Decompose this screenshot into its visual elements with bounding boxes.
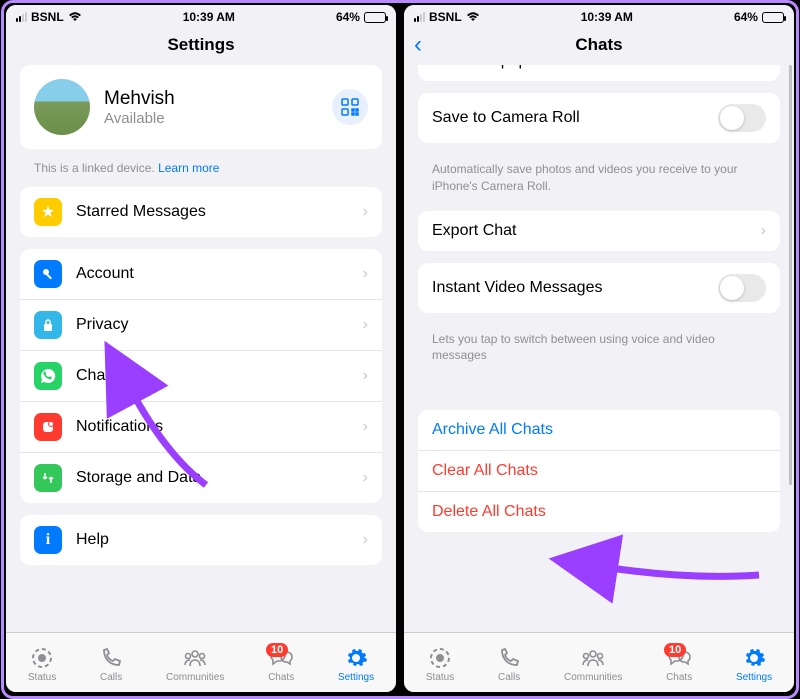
status-icon — [428, 646, 452, 670]
delete-all-chats-row[interactable]: Delete All Chats — [418, 492, 780, 532]
scrollbar[interactable] — [789, 65, 792, 485]
profile-name: Mehvish — [104, 88, 332, 110]
instant-video-messages-row[interactable]: Instant Video Messages — [418, 263, 780, 313]
tab-status[interactable]: Status — [28, 646, 56, 683]
archive-all-chats-row[interactable]: Archive All Chats — [418, 410, 780, 451]
status-icon — [30, 646, 54, 670]
signal-icon — [16, 12, 27, 22]
notifications-icon — [34, 413, 62, 441]
chats-badge: 10 — [664, 643, 686, 657]
key-icon — [34, 260, 62, 288]
help-row[interactable]: i Help › — [20, 515, 382, 565]
storage-icon — [34, 464, 62, 492]
communities-icon — [182, 646, 208, 670]
linked-device-note: This is a linked device. Learn more — [20, 161, 382, 187]
tab-chats[interactable]: Chats 10 — [666, 646, 692, 683]
calls-icon — [498, 646, 520, 670]
tab-calls[interactable]: Calls — [498, 646, 520, 683]
chevron-right-icon: › — [363, 531, 368, 549]
notifications-row[interactable]: Notifications › — [20, 402, 382, 453]
lock-icon — [34, 311, 62, 339]
tab-status[interactable]: Status — [426, 646, 454, 683]
instant-video-note: Lets you tap to switch between using voi… — [418, 325, 780, 381]
signal-icon — [414, 12, 425, 22]
battery-percent: 64% — [336, 10, 360, 24]
starred-messages-row[interactable]: ★ Starred Messages › — [20, 187, 382, 237]
star-icon: ★ — [34, 198, 62, 226]
wifi-icon — [68, 10, 82, 25]
chat-wallpaper-row[interactable]: Chat Wallpaper › — [418, 65, 780, 81]
carrier-label: BSNL — [31, 10, 64, 24]
back-button[interactable]: ‹ — [414, 31, 422, 59]
privacy-row[interactable]: Privacy › — [20, 300, 382, 351]
page-title: Settings — [167, 35, 234, 55]
profile-card[interactable]: Mehvish Available — [20, 65, 382, 149]
wifi-icon — [466, 10, 480, 25]
chats-row[interactable]: Chats › — [20, 351, 382, 402]
chevron-right-icon: › — [363, 418, 368, 436]
tab-settings[interactable]: Settings — [338, 646, 374, 683]
save-camera-roll-note: Automatically save photos and videos you… — [418, 155, 780, 211]
save-camera-roll-toggle[interactable] — [718, 104, 766, 132]
tab-communities[interactable]: Communities — [166, 646, 224, 683]
settings-screen: BSNL 10:39 AM 64% Settings Mehvish Avail… — [6, 5, 396, 692]
profile-status: Available — [104, 110, 332, 127]
chevron-right-icon: › — [363, 316, 368, 334]
save-camera-roll-row[interactable]: Save to Camera Roll — [418, 93, 780, 143]
tab-bar: Status Calls Communities Chats 10 Settin… — [6, 632, 396, 692]
chevron-right-icon: › — [363, 367, 368, 385]
battery-icon — [364, 12, 386, 23]
battery-icon — [762, 12, 784, 23]
chats-badge: 10 — [266, 643, 288, 657]
chats-settings-screen: BSNL 10:39 AM 64% ‹ Chats Chat Wallpaper… — [404, 5, 794, 692]
chevron-right-icon: › — [761, 65, 766, 70]
chevron-right-icon: › — [363, 265, 368, 283]
status-bar: BSNL 10:39 AM 64% — [6, 5, 396, 25]
status-bar: BSNL 10:39 AM 64% — [404, 5, 794, 25]
qr-code-button[interactable] — [332, 89, 368, 125]
account-row[interactable]: Account › — [20, 249, 382, 300]
communities-icon — [580, 646, 606, 670]
tab-calls[interactable]: Calls — [100, 646, 122, 683]
battery-percent: 64% — [734, 10, 758, 24]
learn-more-link[interactable]: Learn more — [158, 161, 219, 175]
chevron-right-icon: › — [363, 203, 368, 221]
clock: 10:39 AM — [183, 10, 235, 24]
nav-bar: Settings — [6, 25, 396, 65]
gear-icon — [742, 646, 766, 670]
avatar — [34, 79, 90, 135]
whatsapp-icon — [34, 362, 62, 390]
tab-communities[interactable]: Communities — [564, 646, 622, 683]
info-icon: i — [34, 526, 62, 554]
tab-chats[interactable]: Chats 10 — [268, 646, 294, 683]
chevron-right-icon: › — [761, 222, 766, 240]
storage-row[interactable]: Storage and Data › — [20, 453, 382, 503]
clear-all-chats-row[interactable]: Clear All Chats — [418, 451, 780, 492]
clock: 10:39 AM — [581, 10, 633, 24]
carrier-label: BSNL — [429, 10, 462, 24]
nav-bar: ‹ Chats — [404, 25, 794, 65]
tab-bar: Status Calls Communities Chats 10 Settin… — [404, 632, 794, 692]
calls-icon — [100, 646, 122, 670]
gear-icon — [344, 646, 368, 670]
chevron-right-icon: › — [363, 469, 368, 487]
export-chat-row[interactable]: Export Chat › — [418, 211, 780, 251]
instant-video-toggle[interactable] — [718, 274, 766, 302]
page-title: Chats — [575, 35, 622, 55]
tab-settings[interactable]: Settings — [736, 646, 772, 683]
